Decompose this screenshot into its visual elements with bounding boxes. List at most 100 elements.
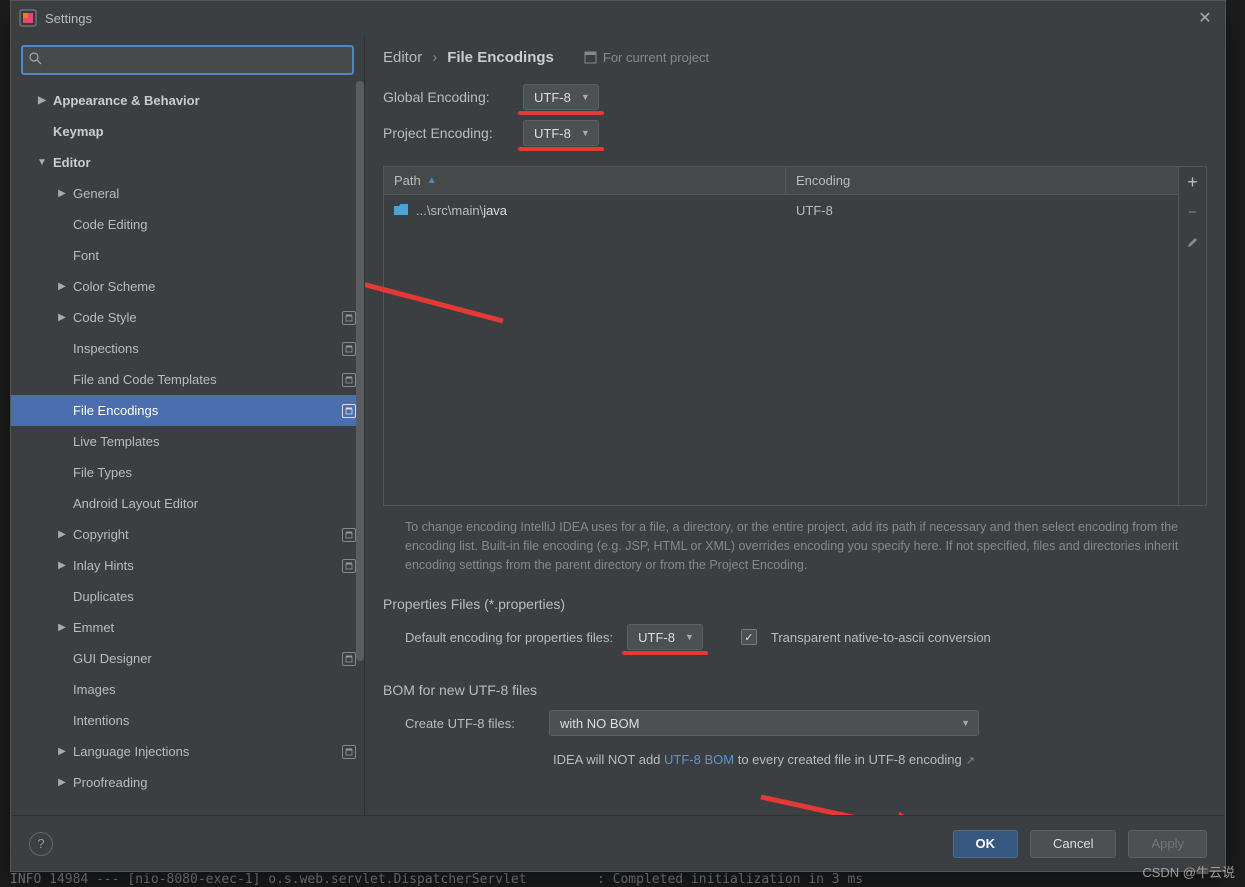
tree-item-file-types[interactable]: File Types [11,457,364,488]
watermark: CSDN @牛云说 [1142,862,1235,881]
transparent-ascii-checkbox[interactable]: ✓ [741,629,757,645]
create-utf8-combo[interactable]: with NO BOM ▼ [549,710,979,736]
global-encoding-label: Global Encoding: [383,89,511,105]
add-row-button[interactable]: + [1179,167,1207,197]
table-row[interactable]: ...\src\main\javaUTF-8 [384,195,1206,225]
ok-button[interactable]: OK [953,830,1019,858]
tree-item-font[interactable]: Font [11,240,364,271]
tree-item-file-encodings[interactable]: File Encodings [11,395,364,426]
tree-item-proofreading[interactable]: ▶Proofreading [11,767,364,798]
bom-section-title: BOM for new UTF-8 files [383,682,1207,698]
utf8-bom-link[interactable]: UTF-8 BOM [664,752,734,767]
search-input[interactable] [21,45,354,75]
content-panel: Editor › File Encodings For current proj… [365,35,1225,815]
cancel-button[interactable]: Cancel [1030,830,1116,858]
encoding-hint: To change encoding IntelliJ IDEA uses fo… [383,506,1207,574]
chevron-right-icon: ▶ [35,95,49,106]
titlebar: Settings ✕ [11,1,1225,35]
tree-item-label: Live Templates [73,434,159,449]
tree-item-gui-designer[interactable]: GUI Designer [11,643,364,674]
tree-item-inspections[interactable]: Inspections [11,333,364,364]
breadcrumb-root[interactable]: Editor [383,49,422,66]
transparent-ascii-label: Transparent native-to-ascii conversion [771,630,991,645]
help-button[interactable]: ? [29,832,53,856]
tree-item-label: Proofreading [73,775,147,790]
chevron-right-icon: ▶ [55,312,69,323]
tree-item-keymap[interactable]: Keymap [11,116,364,147]
tree-item-emmet[interactable]: ▶Emmet [11,612,364,643]
tree-item-code-style[interactable]: ▶ Code Style [11,302,364,333]
tree-item-label: Images [73,682,116,697]
apply-button[interactable]: Apply [1128,830,1207,858]
chevron-right-icon: ▶ [55,746,69,757]
tree-item-code-editing[interactable]: Code Editing [11,209,364,240]
bom-note: IDEA will NOT add UTF-8 BOM to every cre… [383,752,1207,767]
tree-item-label: Inspections [73,341,139,356]
chevron-down-icon: ▼ [35,157,49,168]
idea-logo-icon [19,9,37,27]
project-encoding-combo[interactable]: UTF-8 ▼ [523,120,599,146]
close-icon[interactable]: ✕ [1193,6,1217,30]
tree-item-android-layout-editor[interactable]: Android Layout Editor [11,488,364,519]
sidebar: ▶Appearance & Behavior Keymap ▼ Editor ▶Gene… [11,35,365,815]
breadcrumb: Editor › File Encodings For current proj… [383,49,1207,66]
tree-item-intentions[interactable]: Intentions [11,705,364,736]
project-encoding-label: Project Encoding: [383,125,511,141]
tree-item-label: Duplicates [73,589,134,604]
tree-item-label: Editor [53,155,91,170]
chevron-down-icon: ▼ [961,718,970,728]
tree-item-color-scheme[interactable]: ▶ Color Scheme [11,271,364,302]
chevron-right-icon: ▶ [55,188,69,199]
background-code-row: INFO 14984 --- [nio-8080-exec-1] o.s.web… [10,872,863,887]
tree-item-copyright[interactable]: ▶ Copyright [11,519,364,550]
tree-item-label: Language Injections [73,744,189,759]
global-encoding-combo[interactable]: UTF-8 ▼ [523,84,599,110]
tree-item-language-injections[interactable]: ▶ Language Injections [11,736,364,767]
th-path[interactable]: Path ▲ [384,167,786,194]
tree-item-live-templates[interactable]: Live Templates [11,426,364,457]
project-scope-badge-icon [342,311,356,325]
tree-item-appearance-behavior[interactable]: ▶Appearance & Behavior [11,85,364,116]
tree-item-file-and-code-templates[interactable]: File and Code Templates [11,364,364,395]
chevron-down-icon: ▼ [581,128,590,138]
scrollbar-thumb[interactable] [356,81,364,661]
folder-icon [394,204,408,216]
tree-item-duplicates[interactable]: Duplicates [11,581,364,612]
annotation-arrow [755,789,955,815]
search-icon [29,52,42,68]
properties-encoding-combo[interactable]: UTF-8 ▼ [627,624,703,650]
cell-path: ...\src\main\java [384,203,786,218]
project-scope-badge-icon [342,652,356,666]
tree-item-label: Keymap [53,124,104,139]
settings-tree[interactable]: ▶Appearance & Behavior Keymap ▼ Editor ▶Gene… [11,81,364,815]
settings-dialog: Settings ✕ ▶Appearance & Behavior Keymap ▼… [10,0,1226,872]
chevron-right-icon: ▶ [55,529,69,540]
remove-row-button[interactable]: − [1179,197,1207,227]
project-scope-badge-icon [342,404,356,418]
chevron-down-icon: ▼ [685,632,694,642]
tree-item-label: Code Style [73,310,137,325]
properties-section-title: Properties Files (*.properties) [383,596,1207,612]
tree-item-images[interactable]: Images [11,674,364,705]
tree-item-label: Inlay Hints [73,558,134,573]
sort-asc-icon: ▲ [427,175,437,186]
tree-item-inlay-hints[interactable]: ▶Inlay Hints [11,550,364,581]
tree-item-label: Copyright [73,527,129,542]
tree-item-label: Font [73,248,99,263]
project-scope-badge-icon [342,342,356,356]
encoding-table: Path ▲ Encoding ...\src\main\javaUTF-8 +… [383,166,1207,506]
edit-row-button[interactable] [1179,227,1207,257]
tree-item-label: File Encodings [73,403,158,418]
tree-item-label: Android Layout Editor [73,496,198,511]
scope-icon [584,51,597,64]
window-title: Settings [45,11,92,26]
project-scope-badge-icon [342,559,356,573]
tree-item-editor[interactable]: ▼ Editor [11,147,364,178]
chevron-right-icon: ▶ [55,281,69,292]
tree-item-label: Intentions [73,713,129,728]
tree-item-label: File Types [73,465,132,480]
th-encoding[interactable]: Encoding [786,167,1206,194]
properties-default-label: Default encoding for properties files: [405,630,613,645]
tree-item-general[interactable]: ▶General [11,178,364,209]
tree-item-label: Color Scheme [73,279,155,294]
